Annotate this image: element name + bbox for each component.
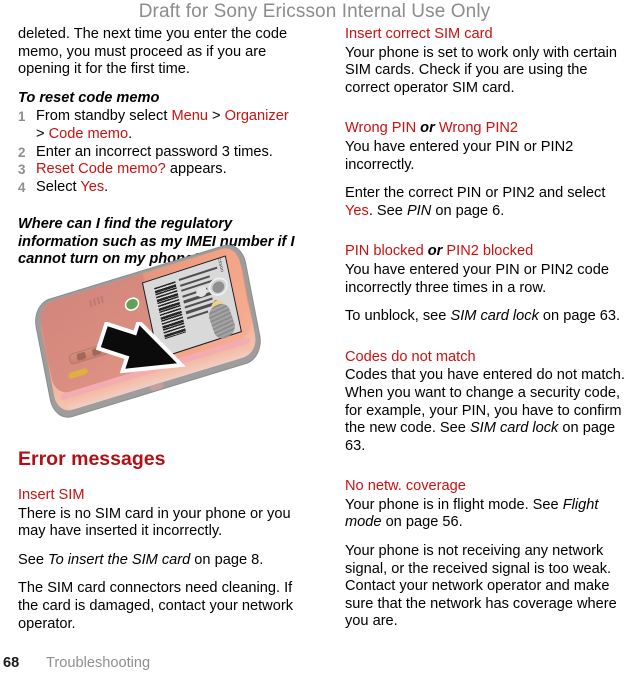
text-pre: To unblock, see	[345, 308, 451, 325]
list-item: 3 Reset Code memo? appears.	[18, 161, 301, 179]
cross-reference: To insert the SIM card	[48, 551, 191, 568]
draft-watermark: Draft for Sony Ericsson Internal Use Onl…	[138, 1, 491, 22]
insert-sim-paragraph-3: The SIM card connectors need cleaning. I…	[18, 580, 293, 632]
heading-conjunction: or	[427, 243, 443, 260]
right-column: Insert correct SIM card Your phone is se…	[345, 26, 628, 631]
insert-sim-paragraph-2: See To insert the SIM card on page 8.	[18, 552, 301, 570]
list-item: 2 Enter an incorrect password 3 times.	[18, 144, 301, 162]
insert-sim-paragraph-1: There is no SIM card in your phone or yo…	[18, 505, 291, 540]
text-post: on page 8.	[190, 551, 264, 568]
text-pre: See	[18, 551, 49, 568]
step-number: 2	[18, 144, 26, 160]
step-text-pre: Select	[36, 178, 81, 195]
cross-reference: SIM card lock	[469, 420, 559, 437]
ui-term: Reset Code memo?	[36, 161, 166, 178]
insert-correct-sim-paragraph: Your phone is set to work only with cert…	[345, 44, 618, 96]
text-post: on page 56.	[381, 514, 463, 531]
wrong-pin-paragraph-2: Enter the correct PIN or PIN2 and select…	[345, 185, 628, 220]
list-item: 4 Select Yes.	[18, 179, 301, 197]
no-network-paragraph-2: Your phone is not receiving any network …	[345, 543, 617, 630]
intro-paragraph: deleted. The next time you enter the cod…	[18, 26, 288, 78]
ui-term: Yes	[80, 178, 105, 195]
insert-sim-heading: Insert SIM	[18, 486, 85, 503]
cross-reference: PIN	[406, 202, 432, 219]
wrong-pin-heading: Wrong PIN or Wrong PIN2	[345, 120, 628, 138]
step-separator: >	[207, 108, 225, 125]
ui-term: Menu	[171, 108, 208, 125]
wrong-pin-paragraph-1: You have entered your PIN or PIN2 incorr…	[345, 138, 574, 173]
ui-term: Organizer	[224, 108, 289, 125]
step-number: 4	[18, 179, 26, 195]
heading-part-a: PIN blocked	[345, 243, 424, 260]
list-item: 1 From standby select Menu > Organizer > …	[18, 108, 301, 143]
text-post: on page 63.	[538, 308, 621, 325]
heading-part-b: PIN2 blocked	[446, 243, 534, 260]
heading-conjunction: or	[420, 120, 435, 137]
pin-blocked-paragraph-2: To unblock, see SIM card lock on page 63…	[345, 308, 628, 326]
text-pre: Your phone is in flight mode. See	[345, 496, 563, 513]
insert-correct-sim-heading: Insert correct SIM card	[345, 26, 493, 42]
heading-part-a: Wrong PIN	[345, 120, 417, 137]
pointer-arrow-icon	[96, 321, 186, 374]
no-network-coverage-heading: No netw. coverage	[345, 478, 466, 495]
cross-reference: SIM card lock	[450, 308, 539, 325]
no-network-paragraph-1: Your phone is in flight mode. See Flight…	[345, 497, 628, 532]
page-number: 68	[3, 655, 20, 671]
pin-blocked-heading: PIN blocked or PIN2 blocked	[345, 243, 628, 261]
two-column-body: deleted. The next time you enter the cod…	[0, 26, 629, 646]
phone-illustration: Sony Ericsson	[18, 241, 301, 436]
step-number: 3	[18, 162, 26, 178]
to-reset-code-memo-heading: To reset code memo	[18, 89, 160, 106]
ui-term: Yes	[345, 202, 369, 219]
codes-do-not-match-heading: Codes do not match	[345, 348, 476, 365]
reset-code-memo-steps: 1 From standby select Menu > Organizer > …	[18, 108, 301, 196]
step-text-post: .	[104, 178, 109, 195]
manual-page: Draft for Sony Ericsson Internal Use Onl…	[0, 0, 629, 685]
heading-part-b: Wrong PIN2	[438, 120, 519, 137]
footer-section-name: Troubleshooting	[46, 655, 151, 671]
regulatory-question-heading: Where can I find the regulatory informat…	[18, 216, 295, 267]
step-number: 1	[18, 109, 26, 125]
step-text-post: appears.	[165, 161, 227, 178]
text-mid: . See	[368, 202, 407, 219]
text-pre: Enter the correct PIN or PIN2 and select	[345, 185, 606, 202]
page-footer: 68 Troubleshooting	[0, 655, 629, 677]
ui-term: Code memo	[48, 125, 129, 142]
left-column: deleted. The next time you enter the cod…	[18, 26, 301, 633]
step-text-pre: Enter an incorrect password 3 times.	[36, 143, 273, 160]
text-post: on page 6.	[431, 202, 505, 219]
step-separator: >	[36, 125, 49, 142]
codes-do-not-match-paragraph: Codes that you have entered do not match…	[345, 367, 628, 455]
pin-blocked-paragraph-1: You have entered your PIN or PIN2 code i…	[345, 261, 609, 296]
step-text-pre: From standby select	[36, 108, 172, 125]
step-text-post: .	[128, 125, 133, 142]
